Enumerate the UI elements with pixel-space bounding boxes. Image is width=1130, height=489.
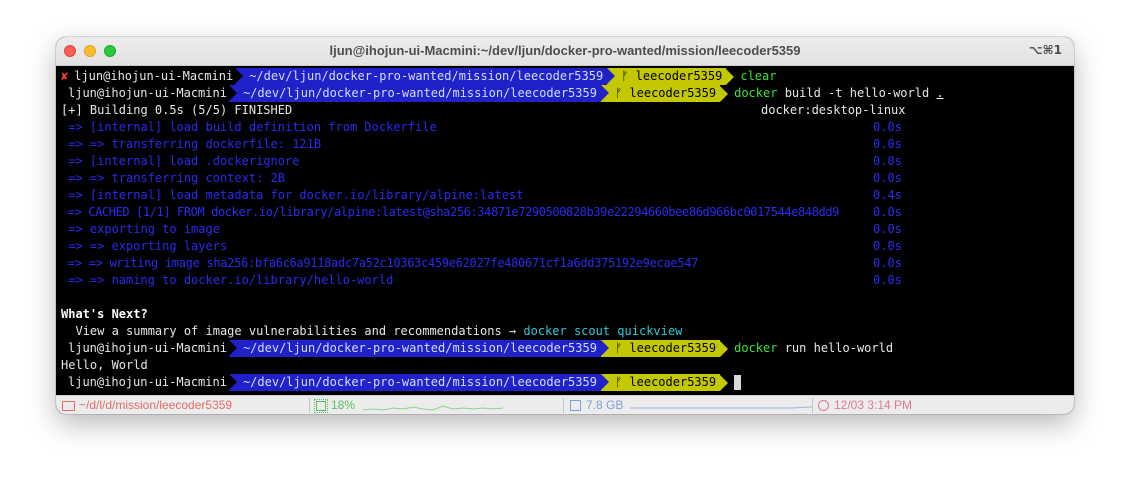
build-step: => => writing image sha256:bfa6c6a9118ad… bbox=[61, 256, 902, 270]
window-shortcut: ⌥⌘1 bbox=[1028, 43, 1062, 57]
command-args: build -t hello-world bbox=[777, 86, 937, 100]
build-step: => exporting to image 0.0s bbox=[61, 222, 902, 236]
build-step: => => transferring dockerfile: 121B 0.0s bbox=[61, 137, 902, 151]
git-branch-icon: ᚠ bbox=[614, 375, 630, 389]
title-bar: ljun@ihojun-ui-Macmini:~/dev/ljun/docker… bbox=[56, 37, 1074, 66]
scout-hint-text: View a summary of image vulnerabilities … bbox=[61, 324, 524, 338]
git-branch-icon: ᚠ bbox=[614, 86, 630, 100]
scout-command: docker scout quickview bbox=[523, 324, 683, 338]
build-step: => [internal] load build definition from… bbox=[61, 120, 902, 134]
prompt-end-arrow bbox=[720, 340, 729, 357]
step-time: 0.0s bbox=[873, 120, 902, 134]
build-status: [+] Building 0.5s (5/5) FINISHED bbox=[61, 103, 293, 117]
command-name: docker bbox=[734, 86, 778, 100]
build-step: => => naming to docker.io/library/hello-… bbox=[61, 273, 902, 287]
step-time: 0.0s bbox=[873, 137, 902, 151]
prompt-context: ljun@ihojun-ui-Macmini bbox=[61, 374, 229, 391]
terminal-content[interactable]: ✘ ljun@ihojun-ui-Macmini ~/dev/ljun/dock… bbox=[56, 66, 1074, 395]
prompt-line: ✘ ljun@ihojun-ui-Macmini ~/dev/ljun/dock… bbox=[61, 68, 776, 85]
status-divider bbox=[812, 398, 813, 413]
command-output: Hello, World bbox=[61, 358, 148, 372]
status-bar: ~/d/l/d/mission/leecoder5359 18% 7.8 GB … bbox=[56, 395, 1074, 414]
step-time: 0.0s bbox=[873, 256, 902, 270]
step-time: 0.0s bbox=[873, 239, 902, 253]
status-clock[interactable]: 12/03 3:14 PM bbox=[818, 398, 912, 413]
build-step: => [internal] load .dockerignore 0.0s bbox=[61, 154, 902, 168]
prompt-line: ljun@ihojun-ui-Macmini ~/dev/ljun/docker… bbox=[61, 85, 944, 102]
whats-next-heading: What's Next? bbox=[61, 307, 148, 321]
status-divider bbox=[309, 398, 310, 413]
build-step: => => transferring context: 2B 0.0s bbox=[61, 171, 902, 185]
prompt-end-arrow bbox=[726, 68, 735, 85]
build-step: => [internal] load metadata for docker.i… bbox=[61, 188, 902, 202]
step-time: 0.0s bbox=[873, 273, 902, 287]
clock-icon bbox=[818, 400, 829, 411]
prompt-branch: ᚠ leecoder5359 bbox=[600, 85, 721, 102]
prompt-branch: ᚠ leecoder5359 bbox=[600, 340, 721, 357]
prompt-end-arrow bbox=[720, 374, 729, 391]
step-time: 0.0s bbox=[873, 205, 902, 219]
git-branch-icon: ᚠ bbox=[614, 341, 630, 355]
prompt-branch: ᚠ leecoder5359 bbox=[600, 374, 721, 391]
scout-hint-line: View a summary of image vulnerabilities … bbox=[61, 323, 682, 340]
build-step: => => exporting layers 0.0s bbox=[61, 239, 902, 253]
step-time: 0.4s bbox=[873, 188, 902, 202]
status-directory[interactable]: ~/d/l/d/mission/leecoder5359 bbox=[62, 398, 232, 413]
prompt-path: ~/dev/ljun/docker-pro-wanted/mission/lee… bbox=[228, 340, 601, 357]
step-time: 0.0s bbox=[873, 222, 902, 236]
memory-sparkline bbox=[630, 406, 813, 408]
prompt-branch: ᚠ leecoder5359 bbox=[607, 68, 727, 85]
status-cpu[interactable]: 18% bbox=[314, 398, 504, 413]
window-title: ljun@ihojun-ui-Macmini:~/dev/ljun/docker… bbox=[329, 43, 801, 58]
prompt-line: ljun@ihojun-ui-Macmini ~/dev/ljun/docker… bbox=[61, 374, 742, 391]
command-context-arg: . bbox=[936, 86, 944, 100]
prompt-line: ljun@ihojun-ui-Macmini ~/dev/ljun/docker… bbox=[61, 340, 893, 357]
error-icon: ✘ bbox=[61, 69, 69, 83]
prompt-path: ~/dev/ljun/docker-pro-wanted/mission/lee… bbox=[235, 68, 608, 85]
cpu-sparkline bbox=[363, 404, 504, 411]
status-divider bbox=[563, 398, 564, 413]
build-step: => CACHED [1/1] FROM docker.io/library/a… bbox=[61, 205, 902, 219]
command-text: clear bbox=[740, 69, 777, 83]
prompt-path: ~/dev/ljun/docker-pro-wanted/mission/lee… bbox=[228, 374, 601, 391]
command-args: run hello-world bbox=[777, 341, 894, 355]
prompt-context: ljun@ihojun-ui-Macmini bbox=[61, 85, 229, 102]
terminal-window: ljun@ihojun-ui-Macmini:~/dev/ljun/docker… bbox=[56, 37, 1074, 414]
step-time: 0.0s bbox=[873, 154, 902, 168]
cpu-icon bbox=[314, 398, 328, 413]
prompt-path: ~/dev/ljun/docker-pro-wanted/mission/lee… bbox=[228, 85, 601, 102]
build-platform: docker:desktop-linux bbox=[761, 103, 906, 117]
prompt-context: ljun@ihojun-ui-Macmini bbox=[74, 68, 236, 85]
step-time: 0.0s bbox=[873, 171, 902, 185]
status-memory[interactable]: 7.8 GB bbox=[570, 398, 813, 413]
prompt-end-arrow bbox=[720, 85, 729, 102]
text-cursor[interactable] bbox=[734, 375, 742, 390]
build-status-line: [+] Building 0.5s (5/5) FINISHED docker:… bbox=[61, 102, 906, 119]
git-branch-icon: ᚠ bbox=[621, 69, 636, 83]
command-name: docker bbox=[734, 341, 778, 355]
prompt-context: ljun@ihojun-ui-Macmini bbox=[61, 340, 229, 357]
folder-icon bbox=[62, 400, 75, 411]
memory-icon bbox=[570, 400, 581, 411]
